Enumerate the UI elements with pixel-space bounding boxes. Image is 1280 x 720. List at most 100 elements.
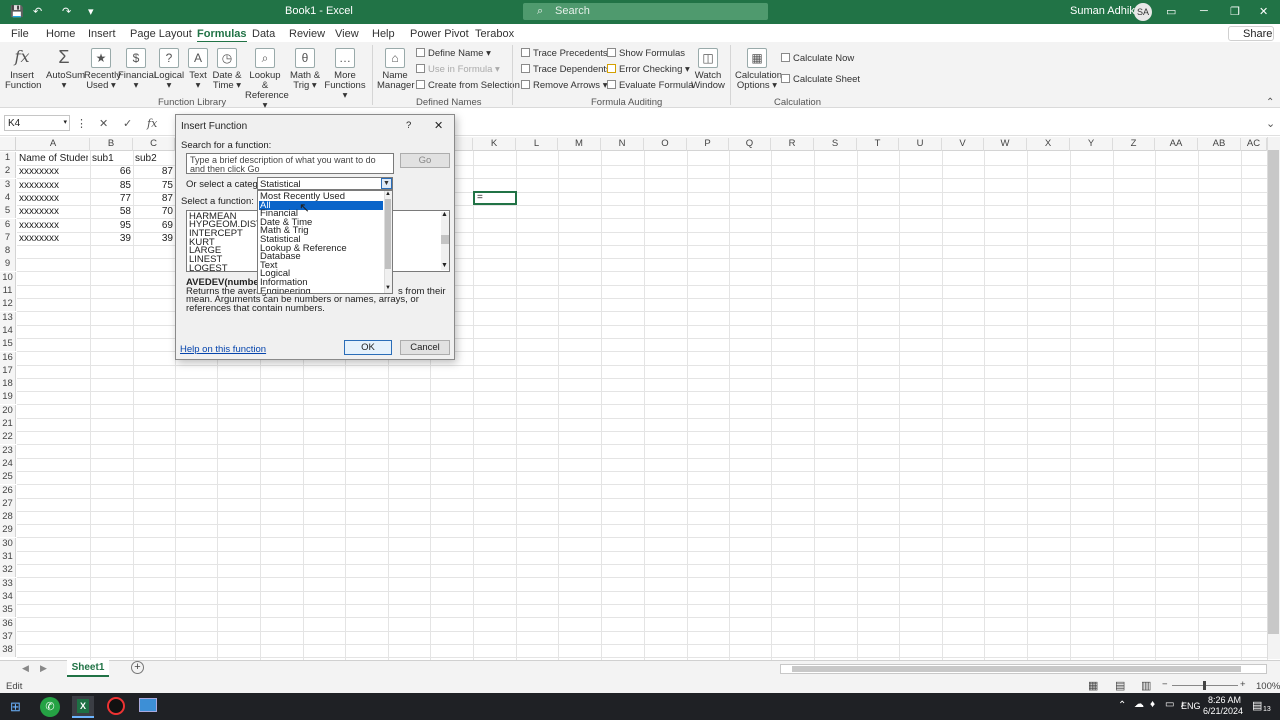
cell-B5[interactable]: 58 [92, 205, 131, 218]
horizontal-scroll-thumb[interactable] [792, 666, 1241, 672]
cell-B3[interactable]: 85 [92, 179, 131, 192]
page-break-view-icon[interactable]: ▥ [1141, 679, 1151, 692]
zoom-level[interactable]: 100% [1256, 681, 1280, 692]
dropdown-scroll-thumb[interactable] [385, 199, 391, 269]
page-layout-view-icon[interactable]: ▤ [1115, 679, 1125, 692]
tab-help[interactable]: Help [372, 28, 395, 40]
show-formulas-button[interactable]: Show Formulas [607, 48, 685, 59]
cell-C6[interactable]: 69 [135, 219, 173, 232]
row-header-6[interactable]: 6 [0, 218, 16, 232]
language-indicator[interactable]: ENG [1181, 701, 1201, 711]
column-header-N[interactable]: N [601, 138, 644, 151]
next-sheet-icon[interactable]: ▶ [40, 663, 47, 674]
add-sheet-button[interactable]: + [131, 661, 144, 674]
tab-home[interactable]: Home [46, 28, 75, 40]
undo-icon[interactable]: ↶ [33, 5, 42, 18]
list-item[interactable]: LOGEST [189, 264, 228, 274]
scroll-down-icon[interactable]: ▼ [441, 262, 448, 269]
cell-C3[interactable]: 75 [135, 179, 173, 192]
onedrive-icon[interactable]: ☁ [1134, 699, 1144, 710]
category-dropdown[interactable]: ▲ ▼ Most Recently Used All Financial Date &… [257, 190, 393, 294]
close-icon[interactable]: ✕ [1259, 5, 1268, 18]
cell-C2[interactable]: 87 [135, 165, 173, 178]
ok-button[interactable]: OK [344, 340, 392, 355]
avatar[interactable]: SA [1134, 3, 1152, 21]
row-header-29[interactable]: 29 [0, 524, 16, 538]
row-header-25[interactable]: 25 [0, 471, 16, 485]
cell-C5[interactable]: 70 [135, 205, 173, 218]
calculate-sheet-button[interactable]: Calculate Sheet [781, 74, 860, 85]
row-header-30[interactable]: 30 [0, 537, 16, 551]
battery-icon[interactable]: ▭ [1165, 699, 1174, 710]
app-window-icon[interactable] [139, 698, 157, 712]
autosum-button[interactable]: Σ AutoSum ▾ [46, 48, 85, 91]
tab-view[interactable]: View [335, 28, 359, 40]
prev-sheet-icon[interactable]: ◀ [22, 663, 29, 674]
clock-date[interactable]: 6/21/2024 [1203, 706, 1243, 716]
customize-qat-icon[interactable]: ▾ [88, 5, 94, 18]
row-header-36[interactable]: 36 [0, 617, 16, 631]
row-header-7[interactable]: 7 [0, 231, 16, 245]
cancel-icon[interactable]: ✕ [99, 117, 108, 130]
trace-dependents-button[interactable]: Trace Dependents [521, 64, 611, 75]
tab-terabox[interactable]: Terabox [475, 28, 514, 40]
notification-icon[interactable]: ▤ [1252, 699, 1262, 712]
sheet-tab-sheet1[interactable]: Sheet1 [67, 660, 109, 677]
row-header-11[interactable]: 11 [0, 285, 16, 298]
dialog-help-icon[interactable]: ? [406, 120, 411, 131]
calculate-now-button[interactable]: Calculate Now [781, 53, 854, 64]
tab-page-layout[interactable]: Page Layout [130, 28, 192, 40]
redo-icon[interactable]: ↷ [62, 5, 71, 18]
tray-chevron-icon[interactable]: ⌃ [1118, 700, 1126, 711]
column-header-R[interactable]: R [771, 138, 814, 151]
cell-B7[interactable]: 39 [92, 232, 131, 245]
row-header-23[interactable]: 23 [0, 444, 16, 458]
row-header-35[interactable]: 35 [0, 604, 16, 618]
lookup-reference-button[interactable]: ⌕ Lookup & Reference ▾ [245, 48, 289, 111]
column-header-Y[interactable]: Y [1070, 138, 1113, 151]
chrome-icon[interactable] [107, 697, 125, 715]
scroll-down-icon[interactable]: ▼ [385, 285, 391, 291]
row-header-5[interactable]: 5 [0, 205, 16, 219]
row-header-31[interactable]: 31 [0, 551, 16, 564]
active-cell-K4[interactable]: = [473, 191, 517, 205]
row-header-2[interactable]: 2 [0, 165, 16, 179]
dialog-close-icon[interactable]: ✕ [434, 119, 443, 132]
evaluate-formula-button[interactable]: Evaluate Formula [607, 80, 693, 91]
column-header-Z[interactable]: Z [1113, 138, 1155, 151]
column-header-AB[interactable]: AB [1198, 138, 1241, 151]
cell-C1[interactable]: sub2 [135, 152, 173, 165]
row-header-4[interactable]: 4 [0, 191, 16, 205]
column-header-L[interactable]: L [516, 138, 558, 151]
cell-B4[interactable]: 77 [92, 192, 131, 205]
row-header-27[interactable]: 27 [0, 497, 16, 511]
row-header-19[interactable]: 19 [0, 391, 16, 405]
cell-B6[interactable]: 95 [92, 219, 131, 232]
math-trig-button[interactable]: θ Math & Trig ▾ [289, 48, 321, 91]
create-from-selection-button[interactable]: Create from Selection [416, 80, 520, 91]
cell-A6[interactable]: xxxxxxxx [19, 219, 88, 232]
column-header-K[interactable]: K [473, 138, 516, 151]
column-header-O[interactable]: O [644, 138, 687, 151]
row-header-38[interactable]: 38 [0, 644, 16, 658]
tab-review[interactable]: Review [289, 28, 325, 40]
cell-C7[interactable]: 39 [135, 232, 173, 245]
tab-formulas[interactable]: Formulas [197, 28, 247, 43]
enter-icon[interactable]: ✓ [123, 117, 132, 130]
calculation-options-button[interactable]: ▦ Calculation Options ▾ [735, 48, 782, 91]
financial-button[interactable]: $ Financial ▾ [118, 48, 156, 91]
row-header-24[interactable]: 24 [0, 457, 16, 471]
column-header-C[interactable]: C [133, 138, 175, 151]
cell-B2[interactable]: 66 [92, 165, 131, 178]
column-header-AA[interactable]: AA [1155, 138, 1198, 151]
chevron-down-icon[interactable]: ▼ [381, 178, 392, 189]
column-header-P[interactable]: P [687, 138, 729, 151]
row-header-33[interactable]: 33 [0, 577, 16, 591]
scroll-up-icon[interactable]: ▲ [441, 211, 448, 218]
column-header-M[interactable]: M [558, 138, 601, 151]
column-header-V[interactable]: V [942, 138, 984, 151]
tab-power-pivot[interactable]: Power Pivot [410, 28, 469, 40]
windows-start-icon[interactable]: ⊞ [10, 699, 21, 715]
category-select[interactable]: Statistical [257, 177, 393, 190]
normal-view-icon[interactable]: ▦ [1088, 679, 1098, 692]
